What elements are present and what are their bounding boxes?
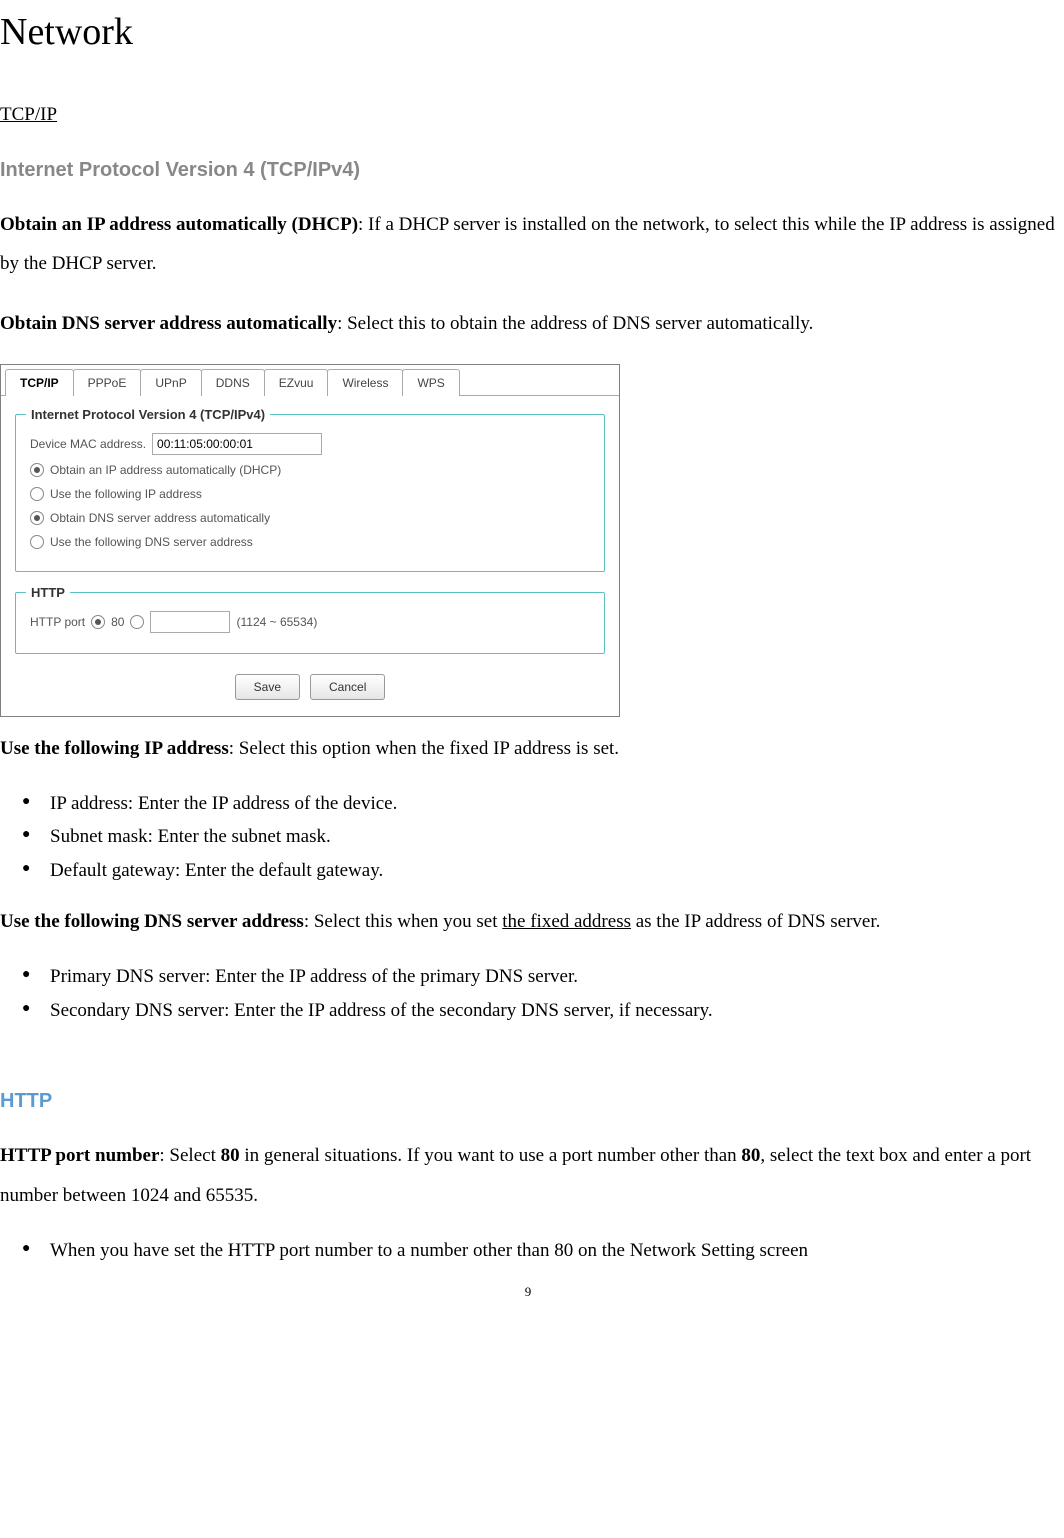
dns-auto-label: Obtain DNS server address automatically [0,313,337,334]
tcpip-settings-figure: TCP/IP PPPoE UPnP DDNS EZvuu Wireless WP… [0,364,620,717]
tab-bar: TCP/IP PPPoE UPnP DDNS EZvuu Wireless WP… [1,365,619,396]
tab-tcpip[interactable]: TCP/IP [5,369,74,396]
radio-usedns-row[interactable]: Use the following DNS server address [30,533,590,551]
radio-usedns[interactable] [30,535,44,549]
http-port-80a: 80 [221,1145,240,1166]
use-dns-paragraph: Use the following DNS server address: Se… [0,902,1056,942]
dns-auto-paragraph: Obtain DNS server address automatically:… [0,304,1056,344]
radio-dnsauto-row[interactable]: Obtain DNS server address automatically [30,509,590,527]
page-title: Network [0,4,1056,61]
save-button[interactable]: Save [235,674,300,700]
http-port-text-a: : Select [159,1145,220,1166]
http-port-80: 80 [111,613,124,631]
list-item: IP address: Enter the IP address of the … [22,789,1056,819]
http-port-text-b: in general situations. If you want to us… [240,1145,742,1166]
http-bullet-list: When you have set the HTTP port number t… [0,1236,1056,1266]
radio-useip-row[interactable]: Use the following IP address [30,485,590,503]
radio-dhcp-row[interactable]: Obtain an IP address automatically (DHCP… [30,461,590,479]
cancel-button[interactable]: Cancel [310,674,385,700]
tab-ezvuu[interactable]: EZvuu [264,369,329,396]
ipv4-heading: Internet Protocol Version 4 (TCP/IPv4) [0,155,1056,185]
tab-wps[interactable]: WPS [402,369,459,396]
http-heading: HTTP [0,1086,1056,1116]
tab-pppoe[interactable]: PPPoE [73,369,142,396]
mac-input[interactable] [152,433,322,455]
list-item: Subnet mask: Enter the subnet mask. [22,822,1056,852]
use-ip-label: Use the following IP address [0,738,229,759]
mac-row: Device MAC address. [30,433,590,455]
list-item: Secondary DNS server: Enter the IP addre… [22,996,1056,1026]
http-port-label: HTTP port number [0,1145,159,1166]
use-dns-label: Use the following DNS server address [0,911,304,932]
dhcp-label: Obtain an IP address automatically (DHCP… [0,214,358,235]
page-number: 9 [0,1282,1056,1302]
tab-upnp[interactable]: UPnP [140,369,201,396]
http-fieldset: HTTP HTTP port 80 (1124 ~ 65534) [15,592,605,654]
use-dns-text-underline: the fixed address [502,911,631,932]
http-port-80b: 80 [741,1145,760,1166]
dns-bullet-list: Primary DNS server: Enter the IP address… [0,962,1056,1026]
use-dns-text-b: as the IP address of DNS server. [631,911,880,932]
radio-dhcp-label: Obtain an IP address automatically (DHCP… [50,461,281,479]
list-item: Default gateway: Enter the default gatew… [22,856,1056,886]
use-ip-text: : Select this option when the fixed IP a… [229,738,619,759]
radio-dnsauto[interactable] [30,511,44,525]
radio-dhcp[interactable] [30,463,44,477]
http-legend: HTTP [26,583,70,603]
radio-dnsauto-label: Obtain DNS server address automatically [50,509,270,527]
http-port-label: HTTP port [30,613,85,631]
list-item: When you have set the HTTP port number t… [22,1236,1056,1266]
http-port-paragraph: HTTP port number: Select 80 in general s… [0,1136,1056,1216]
use-ip-paragraph: Use the following IP address: Select thi… [0,729,1056,769]
ipv4-fieldset: Internet Protocol Version 4 (TCP/IPv4) D… [15,414,605,572]
radio-useip-label: Use the following IP address [50,485,202,503]
dhcp-paragraph: Obtain an IP address automatically (DHCP… [0,205,1056,285]
radio-http-custom[interactable] [130,615,144,629]
http-port-input[interactable] [150,611,230,633]
radio-http-80[interactable] [91,615,105,629]
ipv4-legend: Internet Protocol Version 4 (TCP/IPv4) [26,405,270,425]
radio-useip[interactable] [30,487,44,501]
mac-label: Device MAC address. [30,435,146,453]
radio-usedns-label: Use the following DNS server address [50,533,253,551]
button-row: Save Cancel [15,674,605,700]
dns-auto-text: : Select this to obtain the address of D… [337,313,813,334]
tab-ddns[interactable]: DDNS [201,369,265,396]
ip-bullet-list: IP address: Enter the IP address of the … [0,789,1056,886]
tab-wireless[interactable]: Wireless [327,369,403,396]
http-port-row: HTTP port 80 (1124 ~ 65534) [30,611,590,633]
tcpip-link[interactable]: TCP/IP [0,101,1056,130]
use-dns-text-a: : Select this when you set [304,911,502,932]
http-port-range: (1124 ~ 65534) [236,613,317,631]
list-item: Primary DNS server: Enter the IP address… [22,962,1056,992]
